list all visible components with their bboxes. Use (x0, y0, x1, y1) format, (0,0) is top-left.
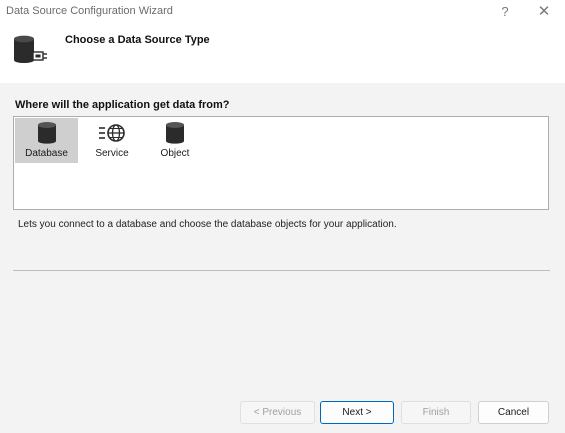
database-plug-icon (11, 32, 51, 68)
previous-button[interactable]: < Previous (240, 401, 315, 424)
service-globe-icon (84, 121, 140, 145)
source-type-service[interactable]: Service (84, 118, 140, 163)
page-title: Choose a Data Source Type (65, 34, 210, 46)
source-type-database[interactable]: Database (15, 118, 78, 163)
data-source-type-list[interactable]: Database Service Object (13, 116, 549, 210)
next-button[interactable]: Next > (320, 401, 394, 424)
source-type-object[interactable]: Object (152, 118, 198, 163)
object-cylinder-icon (152, 121, 198, 145)
database-icon (15, 121, 78, 145)
source-type-description: Lets you connect to a database and choos… (18, 219, 397, 230)
source-type-label: Object (160, 148, 190, 159)
source-type-label: Service (95, 148, 129, 159)
finish-button[interactable]: Finish (401, 401, 471, 424)
source-type-label: Database (25, 148, 68, 159)
cancel-button[interactable]: Cancel (478, 401, 549, 424)
help-button[interactable]: ? (490, 2, 520, 22)
wizard-header: Choose a Data Source Type (0, 24, 565, 83)
close-button[interactable]: ✕ (529, 2, 559, 22)
question-label: Where will the application get data from… (15, 99, 230, 111)
window-title: Data Source Configuration Wizard (6, 5, 173, 17)
divider (13, 270, 550, 271)
title-bar: Data Source Configuration Wizard ? ✕ (0, 0, 565, 24)
